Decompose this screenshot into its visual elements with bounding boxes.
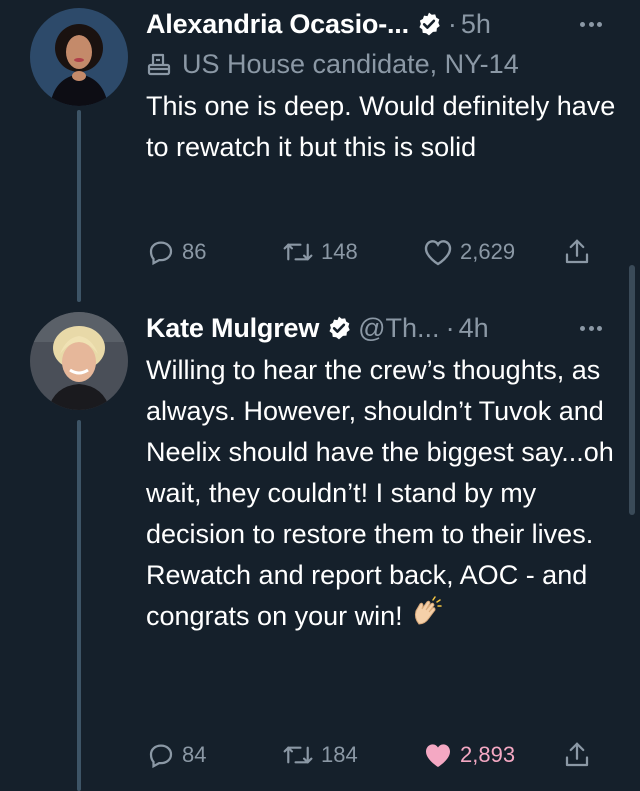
- time-separator: ·: [447, 8, 457, 39]
- verified-badge-icon: [416, 11, 442, 37]
- reply-icon: [149, 744, 173, 769]
- tweet-text: Willing to hear the crew’s thoughts, as …: [146, 350, 616, 640]
- like-count: 2,629: [460, 239, 516, 264]
- account-label: US House candidate, NY-14: [146, 44, 610, 84]
- reply-button[interactable]: 86: [146, 232, 206, 272]
- tweet[interactable]: Kate Mulgrew @Th... · 4h Willing to hear…: [146, 308, 614, 640]
- like-button[interactable]: 2,629: [422, 232, 515, 272]
- author-name[interactable]: Alexandria Ocasio-...: [146, 9, 409, 40]
- scrollbar[interactable]: [629, 265, 635, 515]
- time-separator: ·: [445, 312, 455, 343]
- verified-badge-icon: [326, 315, 352, 341]
- tweet-time[interactable]: 5h: [461, 9, 491, 40]
- author-name[interactable]: Kate Mulgrew: [146, 313, 319, 344]
- like-button[interactable]: 2,893: [422, 735, 515, 775]
- avatar[interactable]: [30, 312, 128, 410]
- tweet-header: Alexandria Ocasio-... · 5h: [146, 4, 610, 44]
- tweet[interactable]: Alexandria Ocasio-... · 5h US House cand…: [146, 4, 615, 168]
- thread-line-bottom: [77, 420, 81, 791]
- ballot-box-icon: [146, 51, 172, 77]
- author-handle[interactable]: @Th...: [358, 313, 439, 344]
- avatar[interactable]: [30, 8, 128, 106]
- share-icon: [565, 239, 589, 264]
- heart-icon: [426, 744, 450, 767]
- tweet-text: This one is deep. Would definitely have …: [146, 91, 616, 162]
- retweet-count: 148: [321, 239, 358, 264]
- more-icon[interactable]: [580, 326, 602, 332]
- retweet-button[interactable]: 148: [281, 232, 358, 272]
- retweet-icon: [283, 243, 313, 261]
- reply-button[interactable]: 84: [146, 735, 206, 775]
- reply-count: 84: [182, 742, 207, 767]
- tweet-text-content: Willing to hear the crew’s thoughts, as …: [146, 355, 614, 632]
- more-icon[interactable]: [580, 22, 602, 28]
- retweet-count: 184: [321, 742, 358, 767]
- share-icon: [565, 742, 589, 767]
- reply-count: 86: [182, 239, 207, 264]
- clapping-hands-icon: [411, 596, 443, 640]
- account-label-text: US House candidate, NY-14: [182, 48, 519, 79]
- retweet-button[interactable]: 184: [281, 735, 358, 775]
- tweet-header: Kate Mulgrew @Th... · 4h: [146, 308, 610, 348]
- like-count: 2,893: [460, 742, 516, 767]
- tweet-time[interactable]: 4h: [459, 313, 489, 344]
- thread-line-top: [77, 110, 81, 302]
- heart-icon: [424, 240, 452, 266]
- tweet-actions: 86 148 2,629: [146, 232, 596, 272]
- share-button[interactable]: [562, 232, 592, 272]
- tweet-actions: 84 184 2,893: [146, 735, 596, 775]
- reply-icon: [149, 241, 173, 266]
- retweet-icon: [283, 746, 313, 764]
- share-button[interactable]: [562, 735, 592, 775]
